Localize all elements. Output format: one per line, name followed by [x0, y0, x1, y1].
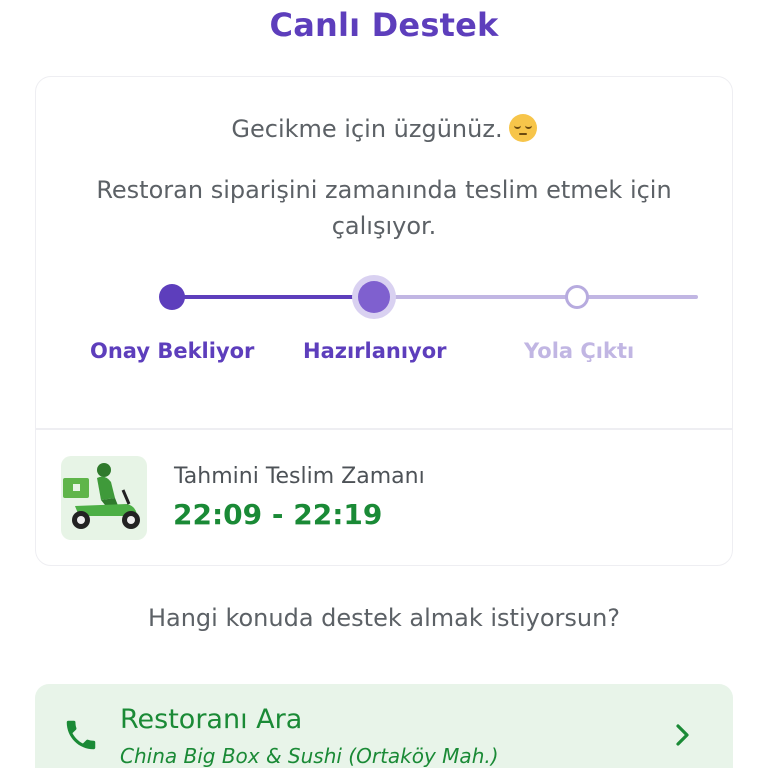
step-dot-hazirlaniyor	[358, 281, 390, 313]
step-label-yola-cikti: Yola Çıktı	[524, 339, 635, 363]
progress-track-pending	[374, 295, 698, 299]
support-question: Hangi konuda destek almak istiyorsun?	[147, 604, 621, 632]
phone-icon	[66, 720, 96, 750]
courier-scooter-icon	[61, 456, 147, 540]
page-title: Canlı Destek	[269, 6, 499, 44]
progress-track-completed	[172, 295, 374, 299]
order-progress-tracker	[0, 270, 768, 330]
step-dot-onay-bekliyor	[159, 284, 185, 310]
chevron-right-icon	[676, 724, 689, 746]
step-label-onay-bekliyor: Onay Bekliyor	[90, 339, 255, 363]
card-divider	[36, 428, 732, 430]
eta-time-range: 22:09 - 22:19	[173, 498, 383, 531]
apology-text: Gecikme için üzgünüz.	[231, 115, 503, 143]
step-dot-yola-cikti	[565, 285, 589, 309]
pensive-face-emoji-icon	[508, 114, 537, 142]
call-restaurant-title: Restoranı Ara	[120, 704, 303, 735]
apology-message: Gecikme için üzgünüz.	[0, 114, 768, 143]
step-label-hazirlaniyor: Hazırlanıyor	[303, 339, 447, 363]
status-message: Restoran siparişini zamanında teslim etm…	[96, 176, 672, 240]
eta-label: Tahmini Teslim Zamanı	[174, 464, 425, 489]
restaurant-name: China Big Box & Sushi (Ortaköy Mah.)	[120, 744, 499, 768]
